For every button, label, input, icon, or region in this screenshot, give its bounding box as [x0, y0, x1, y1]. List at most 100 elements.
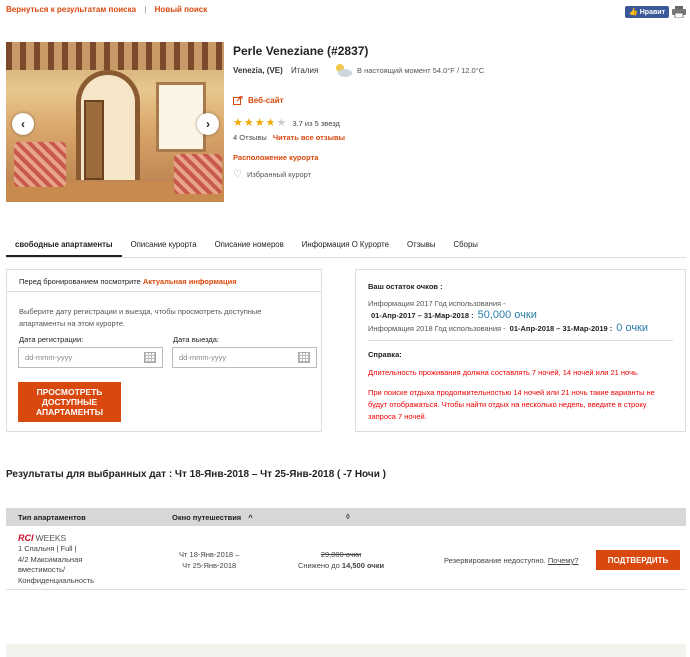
photo-door — [84, 100, 104, 180]
points-title: Ваш остаток очков : — [368, 282, 443, 291]
star-icon: ★ — [243, 117, 254, 129]
weeks-logo-text: WEEKS — [35, 533, 67, 543]
help-title: Справка: — [368, 350, 402, 359]
thumbs-up-icon: 👍 — [629, 9, 638, 16]
external-link-icon — [233, 96, 243, 105]
current-info-link[interactable]: Актуальная информация — [143, 277, 237, 286]
checkout-placeholder: dd-mmm-yyyy — [179, 353, 227, 362]
date-search-panel: Перед бронированием посмотрите Актуальна… — [6, 269, 322, 432]
discount-prefix: Снижено до — [297, 561, 340, 570]
checkout-label: Дата выезда: — [173, 335, 219, 344]
new-price: 14,500 очки — [341, 561, 385, 570]
view-available-apartments-button[interactable]: ПРОСМОТРЕТЬ ДОСТУПНЫЕ АПАРТАМЕНТЫ — [18, 382, 121, 422]
rating-text: 3.7 из 5 звезд — [292, 119, 340, 128]
page-footer — [6, 644, 686, 657]
checkin-placeholder: dd-mmm-yyyy — [25, 353, 73, 362]
unit-line: 4/2 Максимальная — [18, 554, 83, 564]
resort-photo — [6, 42, 224, 202]
points-2018-value: 0 очки — [616, 322, 649, 334]
checkin-date-input[interactable]: dd-mmm-yyyy — [18, 347, 163, 368]
points-2018-period: 01-Апр-2018 – 31-Мар-2019 : — [509, 324, 613, 333]
heart-icon: ♡ — [233, 169, 242, 180]
unit-line: Конфиденциальность — [18, 575, 95, 585]
results-table-header: Тип апартаментов Окно путешествия ^ ◊ — [6, 508, 686, 526]
date-search-description: Выберите дату регистрации и выезда, чтоб… — [19, 307, 262, 328]
rating-row: ★ ★ ★ ★ ★ 3.7 из 5 звезд — [233, 118, 340, 129]
weather-text: В настоящий момент 54.0°F / 12.0°C — [357, 65, 485, 75]
photo-ceiling — [6, 42, 224, 70]
column-travel-window-label: Окно путешествия — [172, 513, 242, 522]
share-bar: 👍 Нравит — [625, 6, 686, 18]
chevron-left-icon: ‹ — [21, 117, 25, 131]
help-note-1: Длительность проживания должна составлят… — [368, 368, 639, 377]
carousel-prev-button[interactable]: ‹ — [12, 113, 34, 135]
old-price: 29,000 очки — [320, 550, 362, 559]
sort-icon[interactable]: ◊ — [346, 512, 350, 521]
points-2018-label: Информация 2018 Год использования - — [368, 324, 506, 333]
points-balance-panel: Ваш остаток очков : Информация 2017 Год … — [355, 269, 686, 432]
tab-available-apartments[interactable]: свободные апартаменты — [6, 230, 122, 257]
read-all-reviews-link[interactable]: Читать все отзывы — [273, 133, 345, 142]
reviews-row: 4 Отзывы Читать все отзывы — [233, 133, 345, 142]
rating-stars: ★ ★ ★ ★ ★ — [233, 118, 286, 129]
table-row: RCI WEEKS 1 Спальня | Full | 4/2 Максима… — [6, 527, 686, 590]
star-icon: ★ — [276, 117, 287, 129]
results-title: Результаты для выбранных дат : Чт 18-Янв… — [6, 469, 386, 480]
points-2018-row: Информация 2018 Год использования - 01-А… — [368, 322, 673, 334]
checkin-label: Дата регистрации: — [19, 335, 84, 344]
resort-country: Италия — [291, 66, 319, 75]
photo-sofa — [174, 154, 222, 194]
calendar-icon[interactable] — [144, 352, 156, 363]
star-icon: ★ — [254, 117, 265, 129]
why-link[interactable]: Почему? — [548, 556, 579, 565]
button-line: ПРОСМОТРЕТЬ — [36, 387, 103, 397]
travel-dates: Чт 18-Янв-2018 – Чт 25-Янв-2018 — [179, 549, 239, 571]
price-info: 29,000 очки Снижено до 14,500 очки — [296, 549, 386, 571]
chevron-right-icon: › — [206, 117, 210, 131]
availability-status: Резервирование недоступно. Почему? — [444, 556, 578, 565]
header-prefix: Перед бронированием посмотрите — [19, 277, 141, 286]
website-link[interactable]: Веб-сайт — [248, 96, 284, 105]
column-unit-type: Тип апартаментов — [18, 513, 86, 522]
checkout-date-input[interactable]: dd-mmm-yyyy — [172, 347, 317, 368]
weather-info: В настоящий момент 54.0°F / 12.0°C — [333, 62, 484, 78]
tab-room-description[interactable]: Описание номеров — [206, 230, 293, 257]
nav-separator: | — [144, 5, 147, 14]
reviews-count: 4 Отзывы — [233, 133, 267, 142]
help-note-2-line1: При поиске отдыха продолжительностью 14 … — [368, 388, 655, 397]
points-2017-row: 01-Апр-2017 – 31-Мар-2018 : 50,000 очки — [368, 309, 673, 321]
resort-location-link[interactable]: Расположение курорта — [233, 153, 318, 162]
button-line: АПАРТАМЕНТЫ — [35, 407, 104, 417]
help-section: Справка: Длительность проживания должна … — [368, 340, 673, 423]
printer-icon[interactable] — [672, 6, 686, 18]
rci-logo-text: RCI — [18, 533, 34, 543]
panel-header: Перед бронированием посмотрите Актуальна… — [7, 270, 321, 292]
confirm-button[interactable]: ПОДТВЕРДИТЬ — [596, 550, 680, 570]
star-icon: ★ — [233, 117, 243, 129]
facebook-like-button[interactable]: 👍 Нравит — [625, 6, 669, 18]
tab-resort-description[interactable]: Описание курорта — [122, 230, 206, 257]
help-note-2-line2: будут отображаться. Чтобы найти отдых на… — [368, 400, 647, 409]
new-search-link[interactable]: Новый поиск — [155, 5, 208, 14]
favorite-resort-toggle[interactable]: ♡ Избранный курорт — [233, 169, 311, 180]
website-link-row[interactable]: Веб-сайт — [233, 96, 284, 105]
back-to-results-link[interactable]: Вернуться к результатам поиска — [6, 5, 136, 14]
date-to: Чт 25-Янв-2018 — [182, 561, 237, 570]
resort-location: Venezia, (VE) Италия — [233, 66, 318, 75]
points-2017-period: 01-Апр-2017 – 31-Мар-2018 : — [371, 311, 474, 320]
photo-sofa — [14, 142, 66, 187]
sort-up-icon[interactable]: ^ — [248, 513, 252, 522]
tab-fees[interactable]: Сборы — [445, 230, 487, 257]
column-travel-window[interactable]: Окно путешествия ^ — [172, 513, 253, 522]
points-2017-value: 50,000 очки — [477, 309, 537, 321]
help-note-2-line3: запроса 7 ночей. — [368, 412, 427, 421]
calendar-icon[interactable] — [298, 352, 310, 363]
partly-cloudy-icon — [336, 64, 352, 77]
carousel-next-button[interactable]: › — [197, 113, 219, 135]
tab-resort-info[interactable]: Информация О Курорте — [293, 230, 398, 257]
tab-reviews[interactable]: Отзывы — [398, 230, 445, 257]
unit-description: 1 Спальня | Full | 4/2 Максимальная вмес… — [18, 544, 94, 586]
date-from: Чт 18-Янв-2018 – — [179, 550, 240, 559]
facebook-like-label: Нравит — [639, 8, 665, 16]
resort-city: Venezia, (VE) — [233, 66, 283, 75]
